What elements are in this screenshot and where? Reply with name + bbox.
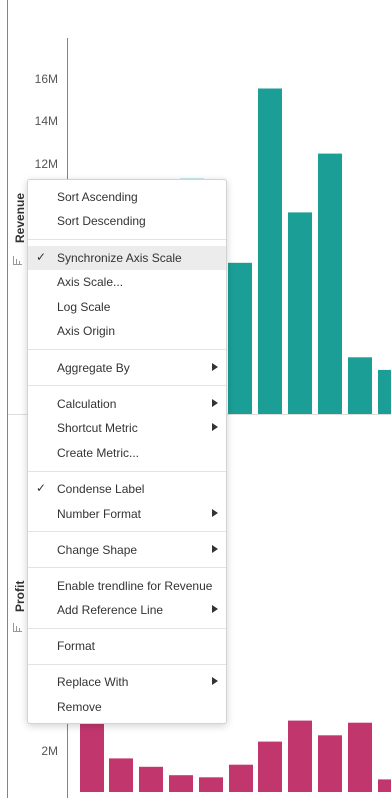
- menu-item-label: Change Shape: [57, 543, 138, 557]
- menu-separator: [28, 628, 226, 629]
- menu-item-create-metric[interactable]: Create Metric...: [28, 441, 226, 465]
- profit-bar[interactable]: [199, 777, 223, 792]
- profit-bar[interactable]: [109, 758, 133, 792]
- menu-item-label: Create Metric...: [57, 446, 140, 460]
- submenu-arrow-icon: [212, 363, 218, 371]
- profit-bar[interactable]: [348, 722, 372, 792]
- profit-bar[interactable]: [258, 741, 282, 792]
- menu-item-replace-with[interactable]: Replace With: [28, 670, 226, 694]
- menu-separator: [28, 471, 226, 472]
- menu-item-label: Axis Scale...: [57, 275, 124, 289]
- menu-separator: [28, 385, 226, 386]
- revenue-bar[interactable]: [258, 88, 282, 415]
- menu-item-label: Aggregate By: [57, 361, 130, 375]
- revenue-bar[interactable]: [378, 369, 391, 414]
- menu-item-label: Format: [57, 639, 96, 653]
- menu-separator: [28, 664, 226, 665]
- submenu-arrow-icon: [212, 545, 218, 553]
- menu-item-label: Remove: [57, 700, 102, 714]
- checkmark-icon: ✓: [36, 250, 47, 264]
- menu-item-number-format[interactable]: Number Format: [28, 502, 226, 526]
- menu-item-synchronize-axis-scale[interactable]: ✓ Synchronize Axis Scale: [28, 246, 226, 270]
- submenu-arrow-icon: [212, 605, 218, 613]
- profit-bar[interactable]: [318, 735, 342, 792]
- menu-item-axis-scale[interactable]: Axis Scale...: [28, 270, 226, 294]
- menu-item-enable-trendline[interactable]: Enable trendline for Revenue: [28, 574, 226, 598]
- menu-item-aggregate-by[interactable]: Aggregate By: [28, 356, 226, 380]
- menu-item-label: Enable trendline for Revenue: [57, 579, 213, 593]
- menu-item-calculation[interactable]: Calculation: [28, 392, 226, 416]
- menu-item-sort-ascending[interactable]: Sort Ascending: [28, 185, 226, 209]
- menu-item-label: Synchronize Axis Scale: [57, 251, 182, 265]
- checkmark-icon: ✓: [36, 481, 47, 495]
- profit-bar[interactable]: [229, 764, 253, 792]
- menu-item-shortcut-metric[interactable]: Shortcut Metric: [28, 416, 226, 440]
- submenu-arrow-icon: [212, 677, 218, 685]
- menu-item-label: Number Format: [57, 507, 142, 521]
- menu-item-label: Axis Origin: [57, 324, 116, 338]
- menu-separator: [28, 531, 226, 532]
- profit-bar[interactable]: [139, 766, 163, 792]
- menu-separator: [28, 567, 226, 568]
- menu-item-label: Log Scale: [57, 300, 111, 314]
- menu-item-add-reference-line[interactable]: Add Reference Line: [28, 598, 226, 622]
- profit-bar[interactable]: [288, 720, 312, 792]
- menu-item-remove[interactable]: Remove: [28, 695, 226, 719]
- revenue-bar[interactable]: [228, 262, 252, 414]
- menu-item-change-shape[interactable]: Change Shape: [28, 538, 226, 562]
- revenue-bar[interactable]: [348, 357, 372, 414]
- menu-item-label: Condense Label: [57, 482, 145, 496]
- menu-item-label: Calculation: [57, 397, 117, 411]
- menu-item-log-scale[interactable]: Log Scale: [28, 295, 226, 319]
- submenu-arrow-icon: [212, 509, 218, 517]
- menu-item-label: Shortcut Metric: [57, 421, 138, 435]
- context-menu: Sort Ascending Sort Descending ✓ Synchro…: [27, 179, 227, 724]
- profit-bar[interactable]: [378, 779, 391, 792]
- menu-item-condense-label[interactable]: ✓ Condense Label: [28, 477, 226, 501]
- profit-bar[interactable]: [80, 716, 104, 792]
- menu-item-label: Add Reference Line: [57, 603, 164, 617]
- menu-item-axis-origin[interactable]: Axis Origin: [28, 319, 226, 343]
- revenue-bar[interactable]: [288, 212, 312, 414]
- menu-item-label: Sort Descending: [57, 214, 146, 228]
- menu-separator: [28, 239, 226, 240]
- submenu-arrow-icon: [212, 399, 218, 407]
- profit-bar[interactable]: [169, 775, 193, 792]
- menu-item-label: Replace With: [57, 675, 129, 689]
- menu-separator: [28, 349, 226, 350]
- submenu-arrow-icon: [212, 423, 218, 431]
- menu-item-format[interactable]: Format: [28, 634, 226, 658]
- menu-item-label: Sort Ascending: [57, 190, 138, 204]
- revenue-bar[interactable]: [318, 153, 342, 414]
- menu-item-sort-descending[interactable]: Sort Descending: [28, 209, 226, 233]
